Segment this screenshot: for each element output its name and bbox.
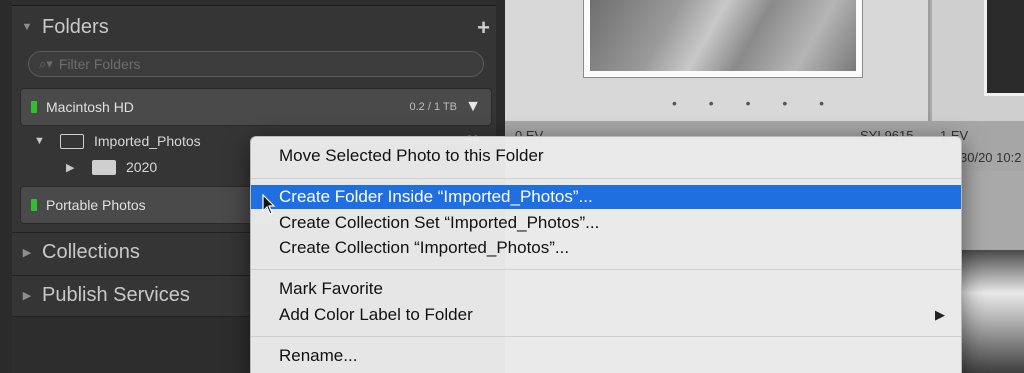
volume-status-indicator	[31, 101, 37, 113]
menu-item-add-color-label[interactable]: Add Color Label to Folder ▶	[251, 303, 961, 327]
publish-services-title: Publish Services	[42, 284, 190, 306]
collections-title: Collections	[42, 241, 140, 263]
capture-date: 30/20 10:2	[960, 150, 1022, 165]
menu-separator	[251, 269, 961, 270]
rating-dots[interactable]: • • • • •	[672, 95, 838, 111]
volume-name: Portable Photos	[46, 197, 146, 213]
menu-item-create-folder-inside[interactable]: Create Folder Inside “Imported_Photos”..…	[251, 185, 961, 209]
menu-item-label: Move Selected Photo to this Folder	[279, 146, 544, 165]
folder-row-imported-photos[interactable]: ▼ Imported_Photos	[34, 129, 201, 153]
context-menu: Move Selected Photo to this Folder Creat…	[250, 136, 962, 373]
menu-item-create-collection-set[interactable]: Create Collection Set “Imported_Photos”.…	[251, 211, 961, 235]
menu-item-create-collection[interactable]: Create Collection “Imported_Photos”...	[251, 236, 961, 260]
filter-folders-field[interactable]: ⌕▾	[28, 51, 484, 77]
folders-title: Folders	[42, 15, 109, 38]
folders-panel-header[interactable]: ▼ Folders +	[12, 7, 496, 47]
disclosure-closed-icon[interactable]: ▶	[66, 161, 92, 174]
menu-item-label: Rename...	[279, 346, 358, 365]
submenu-arrow-icon: ▶	[935, 307, 945, 322]
volume-macintosh-hd[interactable]: Macintosh HD 0.2 / 1 TB ▼	[20, 88, 492, 126]
folder-icon	[92, 159, 116, 175]
menu-item-move-selected-photo[interactable]: Move Selected Photo to this Folder	[251, 144, 961, 168]
menu-item-label: Mark Favorite	[279, 279, 383, 298]
top-strip	[12, 0, 496, 6]
menu-item-label: Add Color Label to Folder	[279, 305, 473, 324]
volume-status-indicator	[31, 199, 37, 211]
menu-item-mark-favorite[interactable]: Mark Favorite	[251, 277, 961, 301]
menu-item-label: Create Collection Set “Imported_Photos”.…	[279, 213, 600, 232]
volume-size: 0.2 / 1 TB	[409, 101, 458, 113]
collapsed-triangle-icon: ▶	[22, 247, 32, 259]
folder-name: Imported_Photos	[94, 133, 201, 149]
menu-item-rename[interactable]: Rename...	[251, 344, 961, 368]
search-icon: ⌕▾	[39, 56, 53, 71]
filter-folders-input[interactable]	[58, 56, 459, 72]
photo-thumbnail[interactable]	[960, 250, 1024, 373]
menu-item-label: Create Collection “Imported_Photos”...	[279, 238, 570, 257]
menu-separator	[251, 336, 961, 337]
folder-name: 2020	[126, 159, 158, 175]
menu-item-label: Create Folder Inside “Imported_Photos”..…	[279, 187, 593, 206]
volume-dropdown-icon[interactable]: ▼	[465, 98, 481, 116]
photo-thumbnail[interactable]	[984, 0, 1024, 96]
expanded-triangle-icon: ▼	[21, 21, 33, 33]
volume-name: Macintosh HD	[46, 99, 134, 115]
add-folder-icon[interactable]: +	[477, 15, 490, 41]
menu-separator	[251, 178, 961, 179]
folder-icon	[60, 133, 84, 149]
mouse-cursor-icon	[262, 194, 276, 215]
photo-thumbnail[interactable]	[590, 0, 856, 71]
folder-row-2020[interactable]: ▶ 2020	[66, 155, 157, 179]
grid-cell[interactable]	[932, 0, 1024, 121]
collapsed-triangle-icon: ▶	[22, 290, 32, 302]
disclosure-open-icon[interactable]: ▼	[34, 135, 60, 147]
